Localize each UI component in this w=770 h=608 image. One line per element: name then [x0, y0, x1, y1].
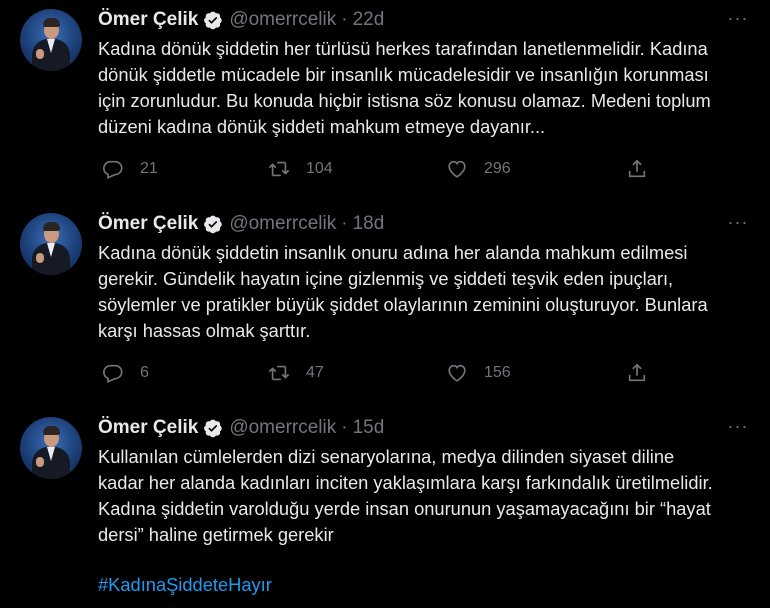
reply-count: 6 [140, 364, 149, 381]
timestamp[interactable]: 22d [353, 9, 385, 31]
hashtag-link[interactable]: #KadınaŞiddeteHayır [98, 574, 272, 596]
like-icon [448, 160, 466, 178]
separator-dot: · [341, 417, 348, 438]
retweet-icon [268, 365, 290, 381]
reply-icon [103, 364, 123, 383]
reply-count: 21 [140, 160, 158, 177]
tweet-text-line: karşı hassas olmak şarttır. [98, 320, 311, 341]
timestamp[interactable]: 18d [353, 213, 385, 235]
tweet-text-line: dersi” haline getirmek gerekir [98, 524, 334, 545]
tweet-header: Ömer Çelik @omerrcelik · 22d [98, 8, 384, 32]
share-icon [628, 363, 646, 382]
tweet-text-line: söylemler ve pratikler büyük şiddet olay… [98, 294, 708, 315]
tweet-text-line: düzeni kadına dönük şiddeti mahkum etmey… [98, 116, 546, 137]
share-button[interactable] [626, 157, 664, 181]
tweet-text-line: gerekir. Gündelik hayatın içine gizlenmi… [98, 268, 674, 289]
tweet-text-line: Kadına şiddetin varolduğu yerde insan on… [98, 498, 711, 519]
tweet-text-line: dönük şiddetle mücadele bir insanlık müc… [98, 64, 709, 85]
author-handle[interactable]: @omerrcelik [229, 213, 336, 235]
more-icon[interactable]: ··· [724, 416, 752, 440]
tweet-text: Kadına dönük şiddetin her türlüsü herkes… [98, 36, 748, 140]
tweet-text-line: Kullanılan cümlelerden dizi senaryoların… [98, 446, 675, 467]
tweet-text: Kadına dönük şiddetin insanlık onuru adı… [98, 240, 748, 344]
tweet-actions: 6 47 156 [98, 361, 658, 385]
verified-badge-icon [204, 215, 223, 234]
author-name[interactable]: Ömer Çelik [98, 9, 198, 31]
retweet-button[interactable]: 104 [268, 157, 333, 181]
avatar[interactable] [20, 9, 82, 71]
tweet-text-line: Kadına dönük şiddetin her türlüsü herkes… [98, 38, 708, 59]
retweet-count: 104 [306, 160, 333, 177]
reply-icon [103, 160, 123, 179]
separator-dot: · [341, 213, 348, 234]
avatar[interactable] [20, 417, 82, 479]
author-name[interactable]: Ömer Çelik [98, 417, 198, 439]
reply-button[interactable]: 21 [102, 157, 158, 181]
tweet-text-line: kadar her alanda kadınları inciten yakla… [98, 472, 713, 493]
timestamp[interactable]: 15d [353, 417, 385, 439]
author-handle[interactable]: @omerrcelik [229, 9, 336, 31]
verified-badge-icon [204, 11, 223, 30]
tweet-text-line: için zorunludur. Bu konuda hiçbir istisn… [98, 90, 711, 111]
tweet-header: Ömer Çelik @omerrcelik · 15d [98, 416, 384, 440]
reply-button[interactable]: 6 [102, 361, 149, 385]
retweet-button[interactable]: 47 [268, 361, 324, 385]
share-icon [628, 159, 646, 178]
retweet-count: 47 [306, 364, 324, 381]
author-name[interactable]: Ömer Çelik [98, 213, 198, 235]
share-button[interactable] [626, 361, 664, 385]
tweet-header: Ömer Çelik @omerrcelik · 18d [98, 212, 384, 236]
like-button[interactable]: 296 [446, 157, 511, 181]
like-count: 156 [484, 364, 511, 381]
retweet-icon [268, 161, 290, 177]
like-count: 296 [484, 160, 511, 177]
like-button[interactable]: 156 [446, 361, 511, 385]
tweet-text: Kullanılan cümlelerden dizi senaryoların… [98, 444, 748, 548]
more-icon[interactable]: ··· [724, 212, 752, 236]
author-handle[interactable]: @omerrcelik [229, 417, 336, 439]
tweet-feed: Ömer Çelik @omerrcelik · 22d ··· Kadına … [0, 0, 770, 608]
tweet-actions: 21 104 296 [98, 157, 658, 181]
tweet-text-line: Kadına dönük şiddetin insanlık onuru adı… [98, 242, 688, 263]
like-icon [448, 364, 466, 382]
avatar[interactable] [20, 213, 82, 275]
more-icon[interactable]: ··· [724, 8, 752, 32]
separator-dot: · [341, 9, 348, 30]
verified-badge-icon [204, 419, 223, 438]
